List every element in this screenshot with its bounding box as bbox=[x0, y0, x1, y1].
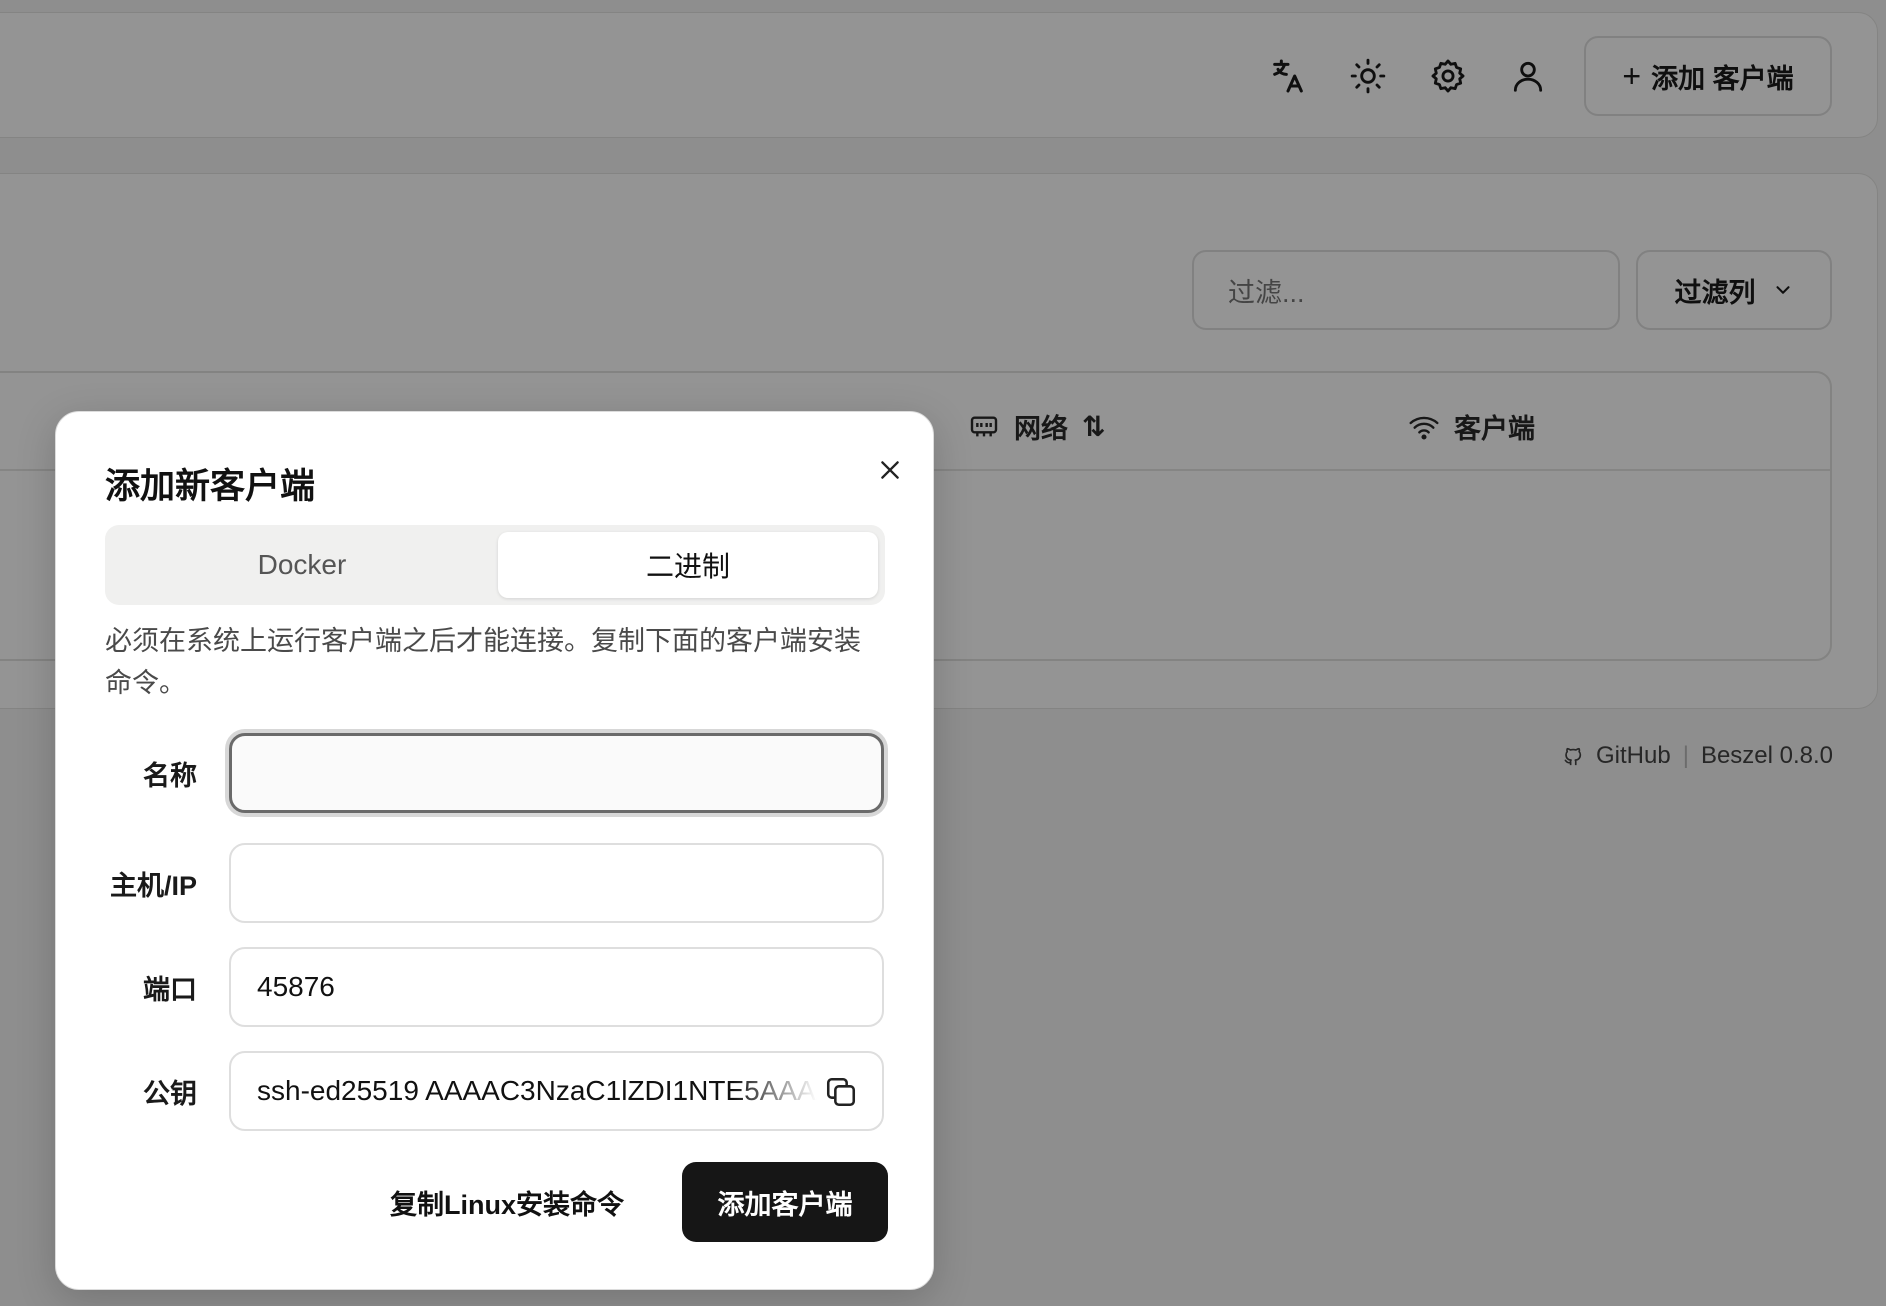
host-input[interactable] bbox=[229, 843, 884, 923]
tab-docker[interactable]: Docker bbox=[112, 532, 492, 598]
port-row: 端口 45876 bbox=[105, 947, 887, 1027]
port-label: 端口 bbox=[143, 974, 197, 1005]
public-key-row: 公钥 ssh-ed25519 AAAAC3NzaC1lZDI1NTE5AAAA bbox=[105, 1051, 887, 1131]
install-method-tabs: Docker 二进制 bbox=[105, 525, 885, 605]
host-label: 主机/IP bbox=[109, 870, 197, 901]
name-label: 名称 bbox=[143, 760, 197, 791]
public-key-input[interactable]: ssh-ed25519 AAAAC3NzaC1lZDI1NTE5AAAA bbox=[229, 1051, 884, 1131]
copy-icon[interactable] bbox=[824, 1075, 858, 1109]
dialog-title: 添加新客户端 bbox=[105, 467, 316, 506]
close-icon bbox=[881, 461, 899, 479]
dialog-description: 必须在系统上运行客户端之后才能连接。复制下面的客户端安装命令。 bbox=[105, 626, 861, 698]
tab-binary[interactable]: 二进制 bbox=[498, 532, 878, 598]
submit-add-client-button[interactable]: 添加客户端 bbox=[682, 1162, 888, 1242]
copy-linux-command-button[interactable]: 复制Linux安装命令 bbox=[362, 1162, 652, 1242]
port-input[interactable]: 45876 bbox=[229, 947, 884, 1027]
name-input[interactable] bbox=[229, 733, 884, 813]
host-row: 主机/IP bbox=[105, 843, 887, 923]
public-key-value: ssh-ed25519 AAAAC3NzaC1lZDI1NTE5AAAA bbox=[257, 1075, 817, 1106]
name-row: 名称 bbox=[105, 733, 887, 813]
close-button[interactable] bbox=[868, 448, 912, 492]
add-client-dialog: 添加新客户端 Docker 二进制 必须在系统上运行客户端之后才能连接。复制下面… bbox=[55, 411, 934, 1290]
public-key-label: 公钥 bbox=[143, 1078, 197, 1109]
